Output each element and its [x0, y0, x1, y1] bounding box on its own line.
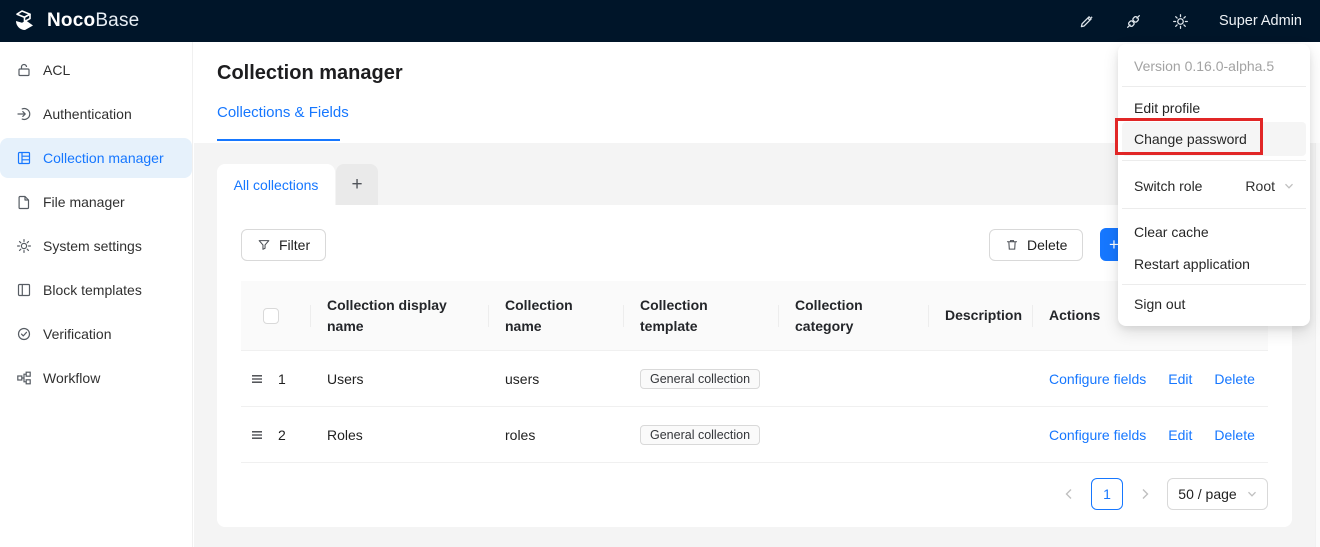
cell-category [779, 407, 929, 462]
login-icon [16, 106, 32, 122]
page-number[interactable]: 1 [1091, 478, 1123, 510]
collections-icon [16, 150, 32, 166]
edit-link[interactable]: Edit [1168, 427, 1192, 443]
template-tag: General collection [640, 369, 760, 389]
tab-collections-and-fields[interactable]: Collections & Fields [217, 104, 349, 121]
configure-fields-link[interactable]: Configure fields [1049, 427, 1146, 443]
sidebar-item-authentication[interactable]: Authentication [0, 94, 192, 134]
menu-divider [1122, 284, 1306, 285]
menu-item-edit-profile[interactable]: Edit profile [1122, 92, 1306, 124]
delete-link[interactable]: Delete [1214, 371, 1254, 387]
page-title: Collection manager [217, 62, 403, 85]
prev-page-icon[interactable] [1056, 478, 1082, 510]
sidebar-item-collection-manager[interactable]: Collection manager [0, 138, 192, 178]
trash-icon [1005, 238, 1019, 252]
delete-button[interactable]: Delete [989, 229, 1083, 261]
drag-handle-icon[interactable] [250, 428, 264, 442]
row-index: 2 [278, 427, 286, 443]
add-category-tab[interactable]: + [336, 164, 378, 205]
lock-icon [16, 62, 32, 78]
drag-handle-icon[interactable] [250, 372, 264, 386]
edit-link[interactable]: Edit [1168, 371, 1192, 387]
topbar: NocoBase Super Admin [0, 0, 1320, 42]
filter-icon [257, 238, 271, 252]
sidebar-item-label: Verification [43, 326, 111, 342]
cell-description [929, 351, 1033, 406]
collections-table: Collection display name Collection name … [241, 281, 1268, 463]
template-tag: General collection [640, 425, 760, 445]
check-circle-icon [16, 326, 32, 342]
gear-icon [16, 238, 32, 254]
cell-category [779, 351, 929, 406]
page-size-value: 50 / page [1178, 486, 1236, 502]
filter-button[interactable]: Filter [241, 229, 326, 261]
pagination: 1 50 / page [1056, 478, 1268, 510]
header-collection-category: Collection category [779, 281, 929, 350]
cell-collection-name: roles [489, 407, 624, 462]
header-collection-template: Collection template [624, 281, 779, 350]
cell-collection-name: users [489, 351, 624, 406]
scrollbar-track[interactable] [1315, 143, 1320, 547]
sidebar-item-label: Collection manager [43, 150, 164, 166]
menu-item-change-password[interactable]: Change password [1122, 122, 1306, 156]
nocobase-logo-icon [14, 9, 40, 33]
sidebar-item-acl[interactable]: ACL [0, 50, 192, 90]
menu-item-sign-out[interactable]: Sign out [1122, 288, 1306, 320]
header-collection-name: Collection name [489, 281, 624, 350]
sidebar-item-verification[interactable]: Verification [0, 314, 192, 354]
table-header-row: Collection display name Collection name … [241, 281, 1268, 351]
filter-button-label: Filter [279, 237, 310, 253]
switch-role-label: Switch role [1134, 178, 1202, 194]
menu-item-restart-application[interactable]: Restart application [1122, 248, 1306, 280]
delete-link[interactable]: Delete [1214, 427, 1254, 443]
next-page-icon[interactable] [1132, 478, 1158, 510]
menu-item-version: Version 0.16.0-alpha.5 [1122, 50, 1306, 82]
header-description: Description [929, 281, 1033, 350]
sidebar-item-label: Authentication [43, 106, 132, 122]
select-all-checkbox[interactable] [263, 308, 279, 324]
menu-divider [1122, 86, 1306, 87]
cell-display-name: Users [311, 351, 489, 406]
brand-text: NocoBase [47, 10, 139, 32]
settings-gear-icon[interactable] [1172, 13, 1189, 30]
cell-display-name: Roles [311, 407, 489, 462]
brand-logo[interactable]: NocoBase [14, 9, 139, 33]
chevron-down-icon [1284, 181, 1294, 191]
user-menu-trigger[interactable]: Super Admin [1219, 13, 1302, 29]
sidebar-item-label: System settings [43, 238, 142, 254]
table-row: 2 Roles roles General collection Configu… [241, 407, 1268, 463]
switch-role-value[interactable]: Root [1245, 178, 1275, 194]
delete-button-label: Delete [1027, 237, 1067, 253]
sidebar-item-file-manager[interactable]: File manager [0, 182, 192, 222]
menu-item-clear-cache[interactable]: Clear cache [1122, 216, 1306, 248]
menu-divider [1122, 160, 1306, 161]
menu-divider [1122, 208, 1306, 209]
user-dropdown-menu: Version 0.16.0-alpha.5 Edit profile Chan… [1118, 44, 1310, 326]
api-icon[interactable] [1125, 13, 1142, 30]
tab-all-collections[interactable]: All collections [217, 164, 335, 205]
header-collection-display-name: Collection display name [311, 281, 489, 350]
configure-fields-link[interactable]: Configure fields [1049, 371, 1146, 387]
active-tab-ink [217, 139, 340, 141]
app-root: NocoBase Super Admin [0, 0, 1320, 547]
page-size-select[interactable]: 50 / page [1167, 478, 1268, 510]
layout-icon [16, 282, 32, 298]
sidebar-item-label: ACL [43, 62, 70, 78]
row-index: 1 [278, 371, 286, 387]
workflow-icon [16, 370, 32, 386]
sidebar-item-label: Workflow [43, 370, 100, 386]
file-icon [16, 194, 32, 210]
sidebar: ACL Authentication Collection manager Fi… [0, 42, 193, 547]
table-row: 1 Users users General collection Configu… [241, 351, 1268, 407]
sidebar-item-label: File manager [43, 194, 125, 210]
sidebar-item-workflow[interactable]: Workflow [0, 358, 192, 398]
menu-item-switch-role[interactable]: Switch role Root [1122, 170, 1306, 202]
highlight-icon[interactable] [1078, 13, 1095, 30]
sidebar-item-label: Block templates [43, 282, 142, 298]
sidebar-item-block-templates[interactable]: Block templates [0, 270, 192, 310]
chevron-down-icon [1247, 489, 1257, 499]
cell-description [929, 407, 1033, 462]
sidebar-item-system-settings[interactable]: System settings [0, 226, 192, 266]
